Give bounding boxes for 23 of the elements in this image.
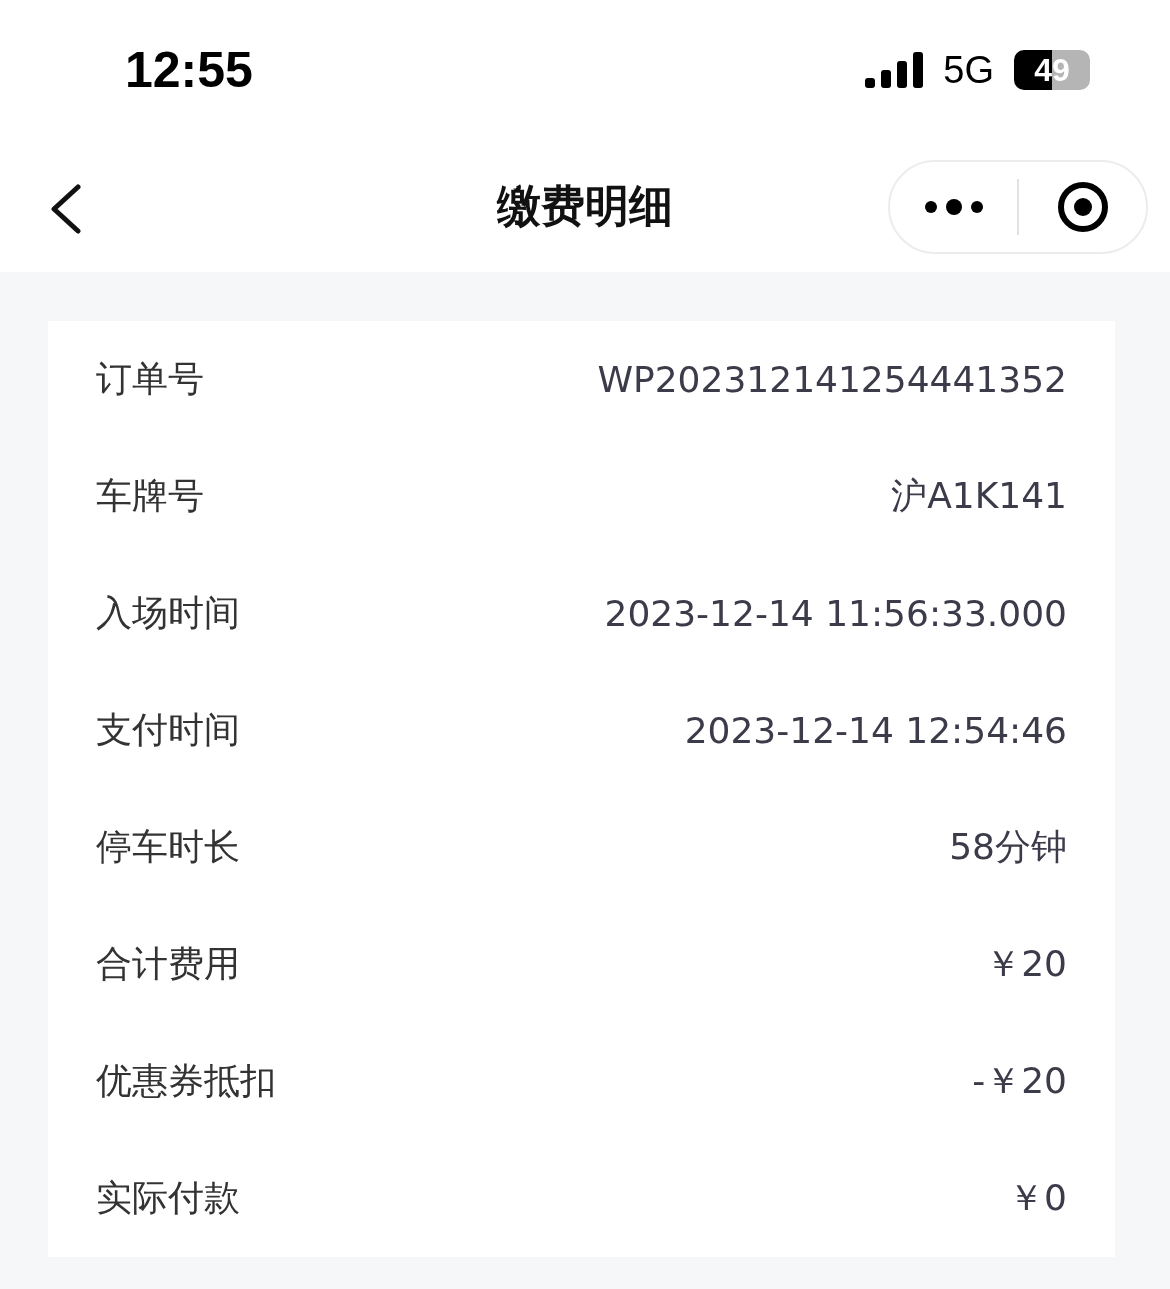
detail-label: 停车时长 bbox=[96, 825, 240, 869]
detail-value: ￥0 bbox=[1008, 1176, 1067, 1220]
back-icon[interactable] bbox=[48, 184, 84, 234]
detail-value: 2023-12-14 11:56:33.000 bbox=[604, 593, 1067, 634]
detail-value: 2023-12-14 12:54:46 bbox=[684, 710, 1067, 751]
detail-value: WP202312141254441352 bbox=[597, 359, 1067, 400]
network-label: 5G bbox=[943, 48, 994, 92]
detail-label: 优惠券抵扣 bbox=[96, 1059, 276, 1103]
detail-value: ￥20 bbox=[985, 942, 1067, 986]
detail-value: 沪A1K141 bbox=[891, 474, 1067, 518]
detail-value: -￥20 bbox=[972, 1059, 1067, 1103]
page-title: 缴费明细 bbox=[497, 178, 673, 233]
detail-label: 合计费用 bbox=[96, 942, 240, 986]
signal-icon bbox=[865, 52, 924, 88]
detail-label: 入场时间 bbox=[96, 591, 240, 635]
detail-label: 实际付款 bbox=[96, 1176, 240, 1220]
detail-label: 车牌号 bbox=[96, 474, 204, 518]
detail-label: 订单号 bbox=[96, 357, 204, 401]
more-icon bbox=[923, 199, 984, 215]
status-time: 12:55 bbox=[125, 41, 253, 99]
target-icon bbox=[1055, 180, 1110, 234]
detail-value: 58分钟 bbox=[949, 825, 1067, 869]
detail-label: 支付时间 bbox=[96, 708, 240, 752]
